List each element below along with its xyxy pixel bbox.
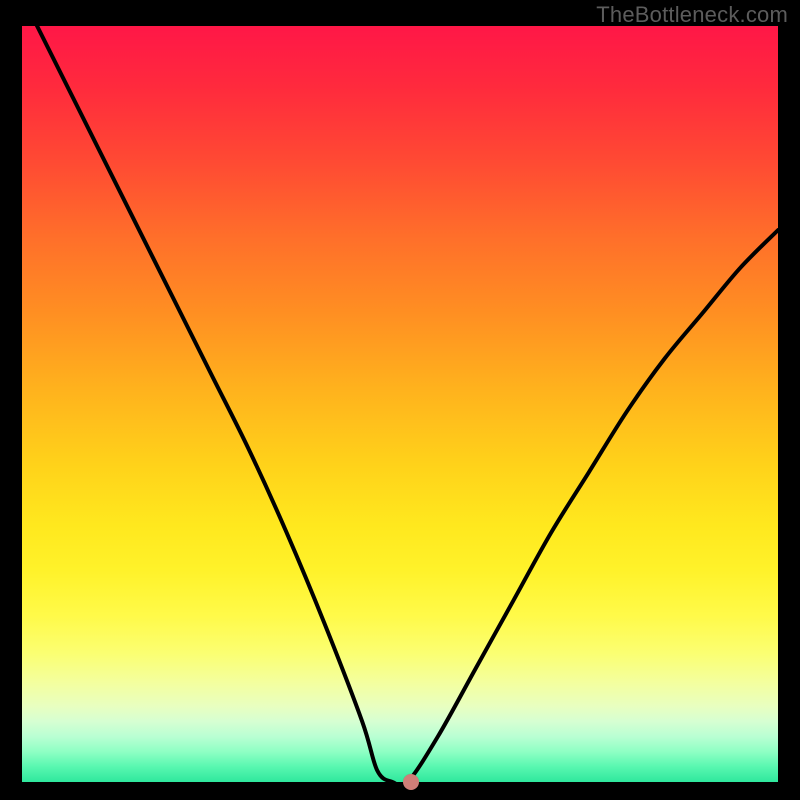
bottleneck-curve	[22, 26, 778, 782]
chart-frame: TheBottleneck.com	[0, 0, 800, 800]
chart-plot-area	[22, 26, 778, 782]
curve-path	[22, 0, 778, 786]
watermark-text: TheBottleneck.com	[596, 2, 788, 28]
optimal-point-marker	[403, 774, 419, 790]
